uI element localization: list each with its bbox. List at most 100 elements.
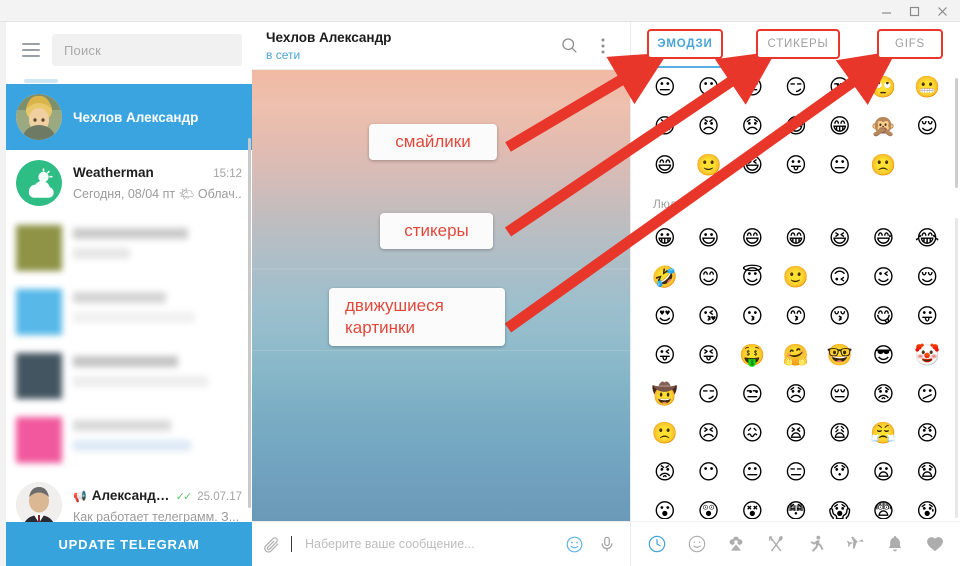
clock-icon[interactable] <box>642 529 672 559</box>
emoji-cell[interactable]: 😦 <box>862 453 906 492</box>
emoji-cell[interactable]: 😆 <box>730 146 774 185</box>
smiley-icon[interactable] <box>557 535 592 554</box>
sidebar-scrollbar[interactable] <box>248 138 251 508</box>
emoji-cell[interactable]: 🙊 <box>862 107 906 146</box>
emoji-cell[interactable]: 😵 <box>730 492 774 520</box>
paperclip-icon[interactable] <box>262 535 281 554</box>
smiley-icon[interactable] <box>682 529 712 559</box>
emoji-cell[interactable]: 😏 <box>687 375 731 414</box>
emoji-cell[interactable]: 😅 <box>774 107 818 146</box>
emoji-cell[interactable]: 😐 <box>818 146 862 185</box>
tab-gifs[interactable]: GIFS <box>894 35 936 55</box>
runner-icon[interactable] <box>801 529 831 559</box>
emoji-cell[interactable]: 🤣 <box>643 258 687 297</box>
emoji-cell[interactable]: 😌 <box>905 107 949 146</box>
emoji-cell[interactable]: 😚 <box>818 297 862 336</box>
emoji-cell[interactable]: 😮 <box>643 492 687 520</box>
emoji-cell[interactable]: 😁 <box>818 107 862 146</box>
emoji-cell[interactable]: 😊 <box>687 258 731 297</box>
emoji-cell[interactable]: 😞 <box>730 107 774 146</box>
search-input[interactable]: Поиск <box>52 34 242 66</box>
emoji-cell[interactable]: 😑 <box>730 68 774 107</box>
emoji-cell[interactable]: 😠 <box>687 107 731 146</box>
emoji-cell[interactable]: 😶 <box>687 453 731 492</box>
emoji-cell[interactable]: 🙄 <box>862 68 906 107</box>
emoji-cell[interactable]: 😛 <box>905 297 949 336</box>
emoji-cell[interactable]: 😩 <box>818 414 862 453</box>
bell-icon[interactable] <box>880 529 910 559</box>
emoji-cell[interactable]: 😉 <box>862 258 906 297</box>
emoji-cell[interactable]: 😶 <box>687 68 731 107</box>
emoji-cell[interactable]: 😄 <box>730 219 774 258</box>
emoji-cell[interactable]: 😫 <box>774 414 818 453</box>
tab-stickers[interactable]: СТИКЕРЫ <box>772 35 845 55</box>
flower-icon[interactable] <box>721 529 751 559</box>
emoji-cell[interactable]: 🤓 <box>818 336 862 375</box>
airplane-icon[interactable] <box>841 529 871 559</box>
emoji-cell[interactable]: 🙁 <box>643 414 687 453</box>
emoji-cell[interactable]: 😂 <box>905 219 949 258</box>
emoji-cell[interactable]: 😬 <box>905 68 949 107</box>
emoji-cell[interactable]: 😅 <box>862 219 906 258</box>
chat-list[interactable]: Чехлов Александр Weatherman 15:12 Сегодн… <box>6 78 252 566</box>
emoji-cell[interactable]: 😕 <box>905 375 949 414</box>
heart-icon[interactable] <box>920 529 950 559</box>
emoji-cell[interactable]: 🙃 <box>818 258 862 297</box>
emoji-cell[interactable]: 😟 <box>862 375 906 414</box>
microphone-icon[interactable] <box>592 535 622 553</box>
emoji-cell[interactable]: 😡 <box>643 107 687 146</box>
emoji-cell[interactable]: 🤡 <box>905 336 949 375</box>
emoji-cell[interactable]: 😐 <box>730 453 774 492</box>
list-item[interactable] <box>6 280 252 344</box>
emoji-cell[interactable]: 😑 <box>774 453 818 492</box>
emoji-cell[interactable]: 😘 <box>687 297 731 336</box>
emoji-cell[interactable]: 😲 <box>687 492 731 520</box>
emoji-cell[interactable]: 😒 <box>730 375 774 414</box>
emoji-scroll-area[interactable]: 😐 😶 😑 😏 😒 🙄 😬 😡 😠 😞 😅 😁 🙊 😌 😄 🙂 😆 😛 😐 🙁 … <box>631 68 960 519</box>
food-icon[interactable] <box>761 529 791 559</box>
emoji-cell[interactable]: 😃 <box>687 219 731 258</box>
search-icon[interactable] <box>554 31 584 61</box>
minimize-icon[interactable] <box>872 0 900 22</box>
emoji-cell[interactable]: 🤠 <box>643 375 687 414</box>
emoji-cell[interactable]: 😋 <box>862 297 906 336</box>
emoji-cell[interactable]: 😌 <box>905 258 949 297</box>
emoji-cell[interactable]: 😍 <box>643 297 687 336</box>
emoji-cell[interactable]: 😝 <box>687 336 731 375</box>
message-input[interactable] <box>291 536 557 552</box>
emoji-cell[interactable]: 😔 <box>818 375 862 414</box>
emoji-cell[interactable]: 😏 <box>774 68 818 107</box>
emoji-cell[interactable]: 😯 <box>818 453 862 492</box>
emoji-cell[interactable]: 😧 <box>905 453 949 492</box>
emoji-cell[interactable]: 😳 <box>774 492 818 520</box>
chat-row-weatherman[interactable]: Weatherman 15:12 Сегодня, 08/04 пт 🌤 Обл… <box>6 150 252 216</box>
close-icon[interactable] <box>928 0 956 22</box>
emoji-cell[interactable]: 🙂 <box>774 258 818 297</box>
emoji-cell[interactable]: 😞 <box>774 375 818 414</box>
hamburger-menu-icon[interactable] <box>16 35 46 65</box>
emoji-cell[interactable]: 🤑 <box>730 336 774 375</box>
emoji-cell[interactable]: 🙁 <box>862 146 906 185</box>
emoji-cell[interactable]: 😛 <box>774 146 818 185</box>
emoji-cell[interactable]: 😙 <box>774 297 818 336</box>
emoji-cell[interactable]: 😐 <box>643 68 687 107</box>
emoji-scrollbar-track[interactable] <box>955 218 958 518</box>
emoji-cell[interactable]: 😎 <box>862 336 906 375</box>
emoji-cell[interactable]: 😇 <box>730 258 774 297</box>
list-item[interactable] <box>6 408 252 472</box>
chat-row-chekhlov[interactable]: Чехлов Александр <box>6 84 252 150</box>
emoji-cell[interactable] <box>905 146 949 185</box>
emoji-cell[interactable]: 😀 <box>643 219 687 258</box>
emoji-cell[interactable]: 😨 <box>862 492 906 520</box>
emoji-cell[interactable]: 🤗 <box>774 336 818 375</box>
emoji-cell[interactable]: 😖 <box>730 414 774 453</box>
emoji-cell[interactable]: 😱 <box>818 492 862 520</box>
emoji-cell[interactable]: 😠 <box>905 414 949 453</box>
emoji-cell[interactable]: 😤 <box>862 414 906 453</box>
maximize-icon[interactable] <box>900 0 928 22</box>
emoji-cell[interactable]: 😄 <box>643 146 687 185</box>
emoji-cell[interactable]: 😰 <box>905 492 949 520</box>
list-item[interactable] <box>6 344 252 408</box>
emoji-scrollbar[interactable] <box>955 78 958 188</box>
emoji-cell[interactable]: 😡 <box>643 453 687 492</box>
